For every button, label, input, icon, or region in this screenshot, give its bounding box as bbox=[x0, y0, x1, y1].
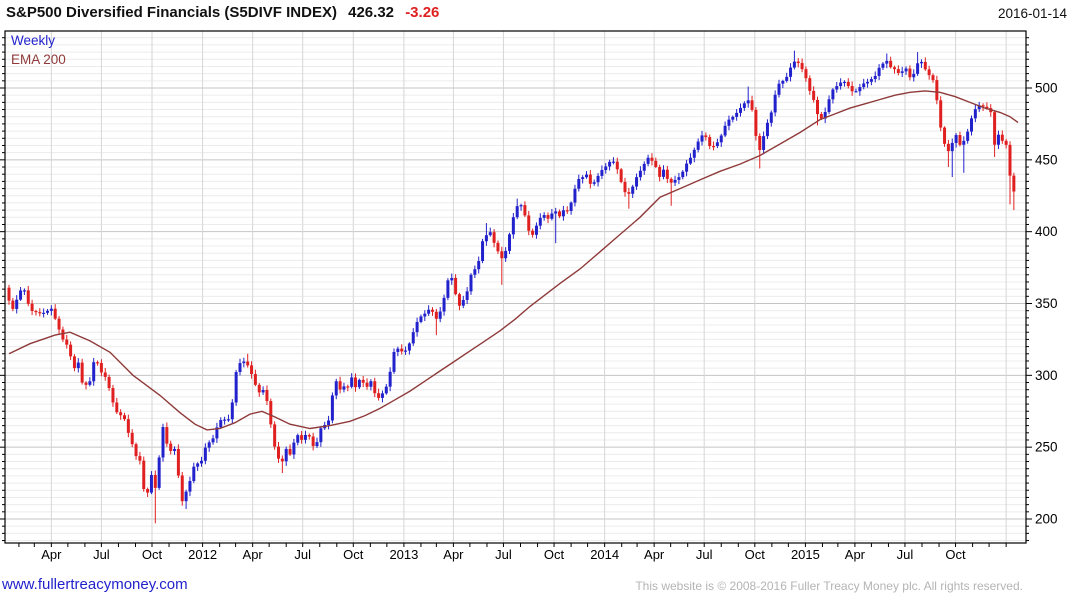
x-axis-label: Jul bbox=[696, 547, 713, 562]
x-axis-label: Apr bbox=[443, 547, 464, 562]
chart-title: S&P500 Diversified Financials (S5DIVF IN… bbox=[6, 4, 337, 21]
y-axis-label: 200 bbox=[1035, 512, 1058, 527]
y-axis-label: 300 bbox=[1035, 368, 1058, 383]
x-axis-label: 2015 bbox=[791, 547, 820, 562]
last-price: 426.32 bbox=[348, 4, 395, 21]
chart-page: { "header": { "title_main": "S&P500 Dive… bbox=[0, 0, 1075, 600]
x-axis-label: Jul bbox=[93, 547, 110, 562]
x-axis-label: Apr bbox=[41, 547, 62, 562]
copyright-text: This website is © 2008-2016 Fuller Treac… bbox=[635, 579, 1023, 593]
y-axis-label: 500 bbox=[1035, 81, 1058, 96]
x-axis-label: Jul bbox=[495, 547, 512, 562]
legend-timeframe: Weekly bbox=[11, 33, 56, 48]
chart-canvas: 200 250 300 350 400 450 500 Apr Jul Oct 2012 Apr Jul… bbox=[0, 30, 1058, 562]
x-axis-label: Apr bbox=[644, 547, 665, 562]
x-axis-label: Jul bbox=[294, 547, 311, 562]
candlestick-series bbox=[7, 50, 1016, 524]
x-axis-label: 2014 bbox=[590, 547, 619, 562]
x-axis-label: 2012 bbox=[188, 547, 217, 562]
y-axis-label: 400 bbox=[1035, 224, 1058, 239]
price-change: -3.26 bbox=[405, 4, 440, 21]
x-axis-label: Apr bbox=[845, 547, 866, 562]
x-axis-label: Oct bbox=[142, 547, 163, 562]
legend-ema-200: EMA 200 bbox=[11, 52, 66, 67]
x-axis-label: Apr bbox=[243, 547, 264, 562]
y-axis-label: 450 bbox=[1035, 152, 1058, 167]
y-axis-label: 250 bbox=[1035, 440, 1058, 455]
x-axis-label: Oct bbox=[544, 547, 565, 562]
website-link[interactable]: www.fullertreacymoney.com bbox=[2, 576, 188, 593]
x-axis-label: Oct bbox=[745, 547, 766, 562]
x-axis-label: Oct bbox=[945, 547, 966, 562]
as-of-date: 2016-01-14 bbox=[997, 6, 1067, 21]
chart-title-bar: S&P500 Diversified Financials (S5DIVF IN… bbox=[6, 4, 439, 21]
x-axis-label: 2013 bbox=[389, 547, 418, 562]
y-axis-label: 350 bbox=[1035, 296, 1058, 311]
x-axis-label: Jul bbox=[897, 547, 914, 562]
x-axis-label: Oct bbox=[343, 547, 364, 562]
